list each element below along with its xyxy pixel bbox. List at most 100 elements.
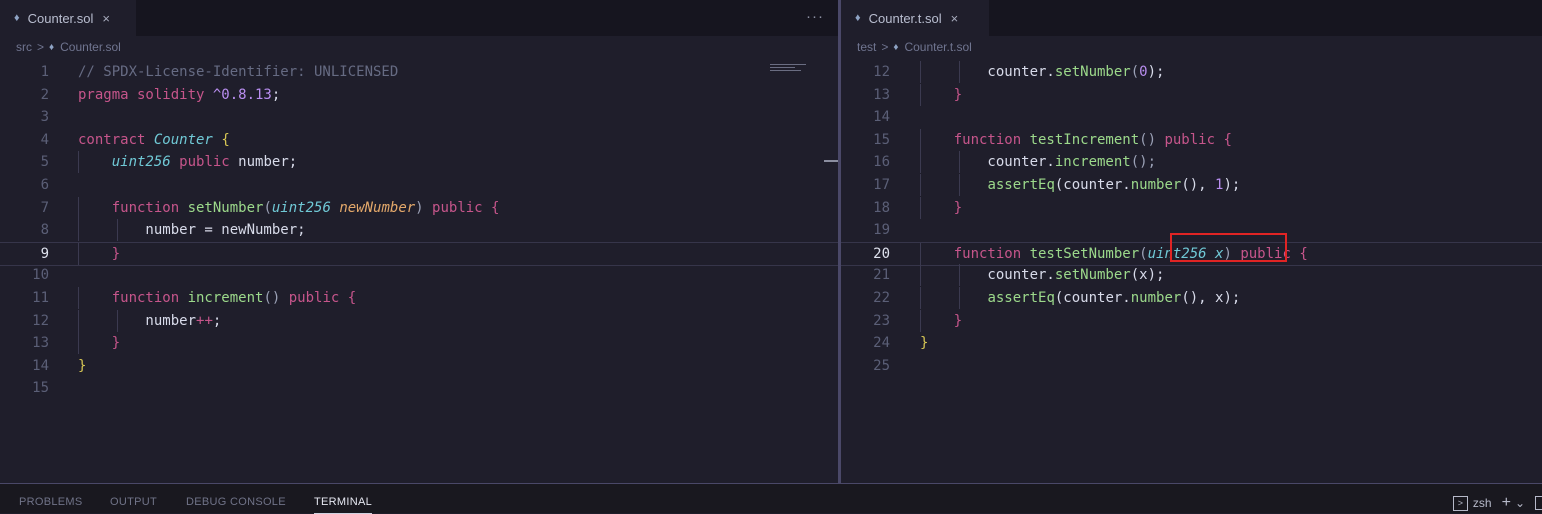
breadcrumb: src > ♦ Counter.sol: [0, 36, 838, 58]
code-token: testIncrement: [1029, 131, 1140, 148]
code-token: pragma solidity: [78, 86, 213, 103]
chevron-down-icon[interactable]: ⌄: [1515, 496, 1525, 510]
code-line[interactable]: 10: [0, 264, 838, 286]
code-token: counter.: [920, 64, 1055, 80]
code-token: ^0.8.13: [212, 86, 272, 103]
code-text: number = newNumber;: [78, 219, 306, 241]
code-token: {: [491, 199, 500, 216]
code-token: }: [953, 199, 963, 216]
tab-debug-console[interactable]: DEBUG CONSOLE: [186, 496, 286, 508]
tab-counter-t-sol[interactable]: ♦ Counter.t.sol ×: [841, 0, 989, 36]
tab-problems[interactable]: PROBLEMS: [19, 496, 83, 508]
code-line[interactable]: 1 // SPDX-License-Identifier: UNLICENSED: [0, 61, 838, 83]
code-line[interactable]: 23 }: [841, 309, 1542, 332]
code-text: // SPDX-License-Identifier: UNLICENSED: [78, 61, 398, 83]
code-text: number++;: [78, 310, 221, 332]
code-token: {: [347, 290, 357, 306]
line-number: 1: [40, 64, 49, 80]
code-line[interactable]: 24}: [841, 332, 1542, 354]
code-text: }: [920, 332, 928, 354]
code-token: }: [953, 86, 963, 103]
line-number: 22: [873, 290, 890, 306]
code-editor-right[interactable]: 12 counter.setNumber(0); 13 } 14 15 functio…: [841, 61, 1542, 483]
code-line[interactable]: 7 function setNumber(uint256 newNumber) …: [0, 196, 838, 219]
code-line[interactable]: 14: [841, 106, 1542, 128]
breadcrumb-separator: >: [881, 40, 889, 54]
code-token: (x);: [1130, 267, 1165, 284]
terminal-shell-label[interactable]: zsh: [1473, 496, 1492, 510]
code-line[interactable]: 11 function increment() public {: [0, 287, 838, 309]
line-number: 24: [873, 335, 890, 352]
code-line[interactable]: 8 number = newNumber;: [0, 219, 838, 242]
code-line[interactable]: 3: [0, 106, 838, 128]
code-text: function increment() public {: [78, 287, 356, 309]
tab-output[interactable]: OUTPUT: [110, 496, 157, 508]
code-line[interactable]: 13 }: [0, 332, 838, 355]
code-token: 0: [1139, 64, 1148, 80]
breadcrumb-separator: >: [37, 40, 45, 54]
code-line[interactable]: 2 pragma solidity ^0.8.13;: [0, 84, 838, 106]
line-number: 15: [32, 380, 49, 397]
solidity-file-icon: ♦: [893, 41, 899, 53]
code-token: number;: [238, 154, 298, 171]
minimap[interactable]: [770, 64, 806, 76]
code-token: }: [920, 335, 929, 352]
code-line[interactable]: 5 uint256 public number;: [0, 151, 838, 174]
code-line[interactable]: 22 assertEq(counter.number(), x);: [841, 287, 1542, 309]
tab-counter-sol[interactable]: ♦ Counter.sol ×: [0, 0, 136, 36]
code-line[interactable]: 9 }: [0, 241, 838, 266]
close-icon[interactable]: ×: [951, 11, 959, 26]
bottom-panel-bar: PROBLEMS OUTPUT DEBUG CONSOLE TERMINAL >…: [0, 484, 1542, 514]
code-token: }: [111, 335, 121, 352]
split-terminal-icon[interactable]: [1535, 496, 1542, 510]
left-editor-group: ♦ Counter.sol × ··· src > ♦ Counter.sol …: [0, 0, 838, 483]
breadcrumb-folder[interactable]: test: [857, 40, 876, 54]
line-number: 20: [873, 245, 890, 262]
code-line[interactable]: 15: [0, 377, 838, 399]
tab-terminal[interactable]: TERMINAL: [314, 496, 373, 514]
add-terminal-icon[interactable]: +: [1502, 494, 1511, 512]
code-token: assertEq: [987, 290, 1055, 306]
line-number: 6: [40, 177, 49, 193]
breadcrumb-file[interactable]: Counter.t.sol: [904, 40, 971, 54]
code-line[interactable]: 12 counter.setNumber(0);: [841, 61, 1542, 83]
line-number: 10: [32, 267, 49, 284]
code-token: (), x);: [1181, 290, 1241, 306]
line-number: 8: [40, 222, 49, 239]
code-line[interactable]: 21 counter.setNumber(x);: [841, 264, 1542, 287]
code-text: function setNumber(uint256 newNumber) pu…: [78, 197, 500, 219]
terminal-icon[interactable]: >: [1452, 495, 1468, 511]
code-token: {: [1299, 245, 1308, 262]
code-token: {: [221, 131, 230, 148]
code-text: counter.setNumber(x);: [920, 264, 1164, 286]
code-line[interactable]: 12 number++;: [0, 309, 838, 332]
code-token: public: [170, 154, 239, 171]
line-number: 9: [40, 245, 49, 262]
code-editor-left[interactable]: 1 // SPDX-License-Identifier: UNLICENSED 2…: [0, 61, 838, 483]
code-token: (counter.: [1054, 177, 1131, 193]
code-line[interactable]: 17 assertEq(counter.number(), 1);: [841, 174, 1542, 196]
more-actions-icon[interactable]: ···: [806, 8, 824, 25]
code-token: ();: [1130, 154, 1157, 171]
line-number: 4: [40, 131, 49, 148]
close-icon[interactable]: ×: [102, 11, 110, 26]
code-line[interactable]: 6: [0, 174, 838, 196]
code-line[interactable]: 4 contract Counter {: [0, 129, 838, 151]
code-line[interactable]: 16 counter.increment();: [841, 151, 1542, 174]
breadcrumb-folder[interactable]: src: [16, 40, 32, 54]
code-token: increment: [187, 290, 264, 306]
code-line[interactable]: 25: [841, 355, 1542, 377]
line-number: 15: [873, 131, 890, 148]
code-token: number = newNumber;: [78, 222, 306, 239]
code-text: uint256 public number;: [78, 151, 297, 173]
code-line[interactable]: 18 }: [841, 196, 1542, 219]
tab-label: Counter.t.sol: [868, 10, 942, 26]
code-line[interactable]: 15 function testIncrement() public {: [841, 128, 1542, 151]
breadcrumb-file[interactable]: Counter.sol: [60, 40, 121, 54]
code-line[interactable]: 14}: [0, 355, 838, 377]
code-line[interactable]: 13 }: [841, 83, 1542, 106]
scrollbar-thumb[interactable]: [824, 160, 838, 162]
